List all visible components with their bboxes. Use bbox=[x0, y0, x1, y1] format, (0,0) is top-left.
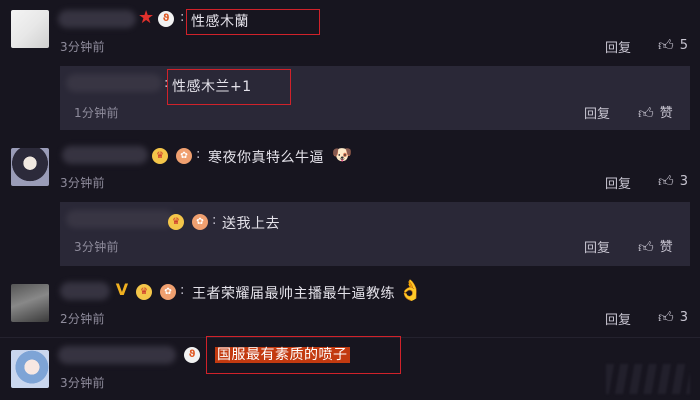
username-blurred[interactable] bbox=[66, 74, 162, 92]
comment-item: V ♛ ✿ : 王者荣耀届最帅主播最牛逼教练 👌 2分钟前 回复 👍︎ 3 bbox=[0, 272, 700, 334]
username-blurred[interactable] bbox=[58, 346, 176, 364]
reply-button[interactable]: 回复 bbox=[584, 237, 610, 256]
like-button[interactable]: 👍︎ 3 bbox=[658, 308, 688, 327]
separator: : bbox=[196, 147, 201, 162]
like-label: 赞 bbox=[659, 240, 673, 255]
watermark bbox=[606, 364, 690, 394]
timestamp: 3分钟前 bbox=[60, 176, 105, 190]
timestamp: 3分钟前 bbox=[60, 40, 105, 54]
timestamp: 1分钟前 bbox=[74, 106, 119, 120]
reply-button[interactable]: 回复 bbox=[605, 173, 631, 192]
like-count: 3 bbox=[679, 310, 688, 325]
reply-item: ♛ ✿ : 送我上去 3分钟前 回复 👍︎ 赞 bbox=[60, 202, 690, 266]
timestamp: 3分钟前 bbox=[74, 240, 119, 254]
comment-text: 寒夜你真特么牛逼 bbox=[208, 150, 324, 166]
medal-badge-icon: ✿ bbox=[176, 148, 192, 164]
thumbs-up-icon: 👍︎ bbox=[638, 104, 654, 122]
v-badge-icon: V bbox=[115, 280, 129, 299]
thumbs-up-icon: 👍︎ bbox=[658, 36, 674, 54]
highlighted-text: 国服最有素质的喷子 bbox=[215, 347, 350, 363]
comment-item: ♛ ✿ : 寒夜你真特么牛逼 🐶 3分钟前 回复 👍︎ 3 bbox=[0, 136, 700, 200]
like-button[interactable]: 👍︎ 5 bbox=[658, 36, 688, 55]
comment-text: 国服最有素质的喷子 bbox=[206, 336, 401, 374]
reply-text: 送我上去 bbox=[222, 216, 280, 232]
ok-hand-emoji-icon: 👌 bbox=[398, 278, 423, 302]
like-label: 赞 bbox=[659, 106, 673, 121]
like-button[interactable]: 👍︎ 赞 bbox=[638, 102, 673, 123]
comment-text: 王者荣耀届最帅主播最牛逼教练 bbox=[192, 286, 395, 302]
comment-item: ϑ 国服最有素质的喷子 3分钟前 bbox=[0, 336, 700, 400]
like-count: 3 bbox=[679, 174, 688, 189]
reply-text: 性感木兰+1 bbox=[167, 69, 291, 105]
username-blurred[interactable] bbox=[62, 146, 148, 164]
avatar[interactable] bbox=[11, 350, 49, 388]
reply-button[interactable]: 回复 bbox=[584, 103, 610, 122]
comment-text: 性感木蘭 bbox=[186, 9, 320, 35]
thumbs-up-icon: 👍︎ bbox=[658, 172, 674, 190]
like-button[interactable]: 👍︎ 3 bbox=[658, 172, 688, 191]
separator: : bbox=[180, 10, 185, 25]
comment-item: ★ ϑ : 性感木蘭 3分钟前 回复 👍︎ 5 bbox=[0, 0, 700, 64]
username-blurred[interactable] bbox=[60, 282, 110, 300]
reply-item: : 性感木兰+1 1分钟前 回复 👍︎ 赞 bbox=[60, 66, 690, 130]
crown-badge-icon: ♛ bbox=[152, 148, 168, 164]
like-count: 5 bbox=[679, 38, 688, 53]
thumbs-up-icon: 👍︎ bbox=[638, 238, 654, 256]
crown-badge-icon: ♛ bbox=[136, 284, 152, 300]
thumbs-up-icon: 👍︎ bbox=[658, 308, 674, 326]
timestamp: 3分钟前 bbox=[60, 376, 105, 390]
comment-list: ★ ϑ : 性感木蘭 3分钟前 回复 👍︎ 5 : 性感木兰+1 1分钟前 回复 … bbox=[0, 0, 700, 400]
crown-badge-icon: ♛ bbox=[168, 214, 184, 230]
reply-button[interactable]: 回复 bbox=[605, 309, 631, 328]
timestamp: 2分钟前 bbox=[60, 312, 105, 326]
swirl-badge-icon: ϑ bbox=[158, 11, 174, 27]
avatar[interactable] bbox=[11, 284, 49, 322]
dog-emoji-icon: 🐶 bbox=[332, 145, 352, 164]
reply-button[interactable]: 回复 bbox=[605, 37, 631, 56]
separator: : bbox=[212, 213, 217, 228]
separator: : bbox=[180, 283, 185, 298]
medal-badge-icon: ✿ bbox=[192, 214, 208, 230]
medal-badge-icon: ✿ bbox=[160, 284, 176, 300]
avatar[interactable] bbox=[11, 10, 49, 48]
username-blurred[interactable] bbox=[58, 10, 136, 28]
avatar[interactable] bbox=[11, 148, 49, 186]
star-icon: ★ bbox=[138, 7, 155, 28]
like-button[interactable]: 👍︎ 赞 bbox=[638, 236, 673, 257]
swirl-badge-icon: ϑ bbox=[184, 347, 200, 363]
username-blurred[interactable] bbox=[66, 210, 174, 228]
